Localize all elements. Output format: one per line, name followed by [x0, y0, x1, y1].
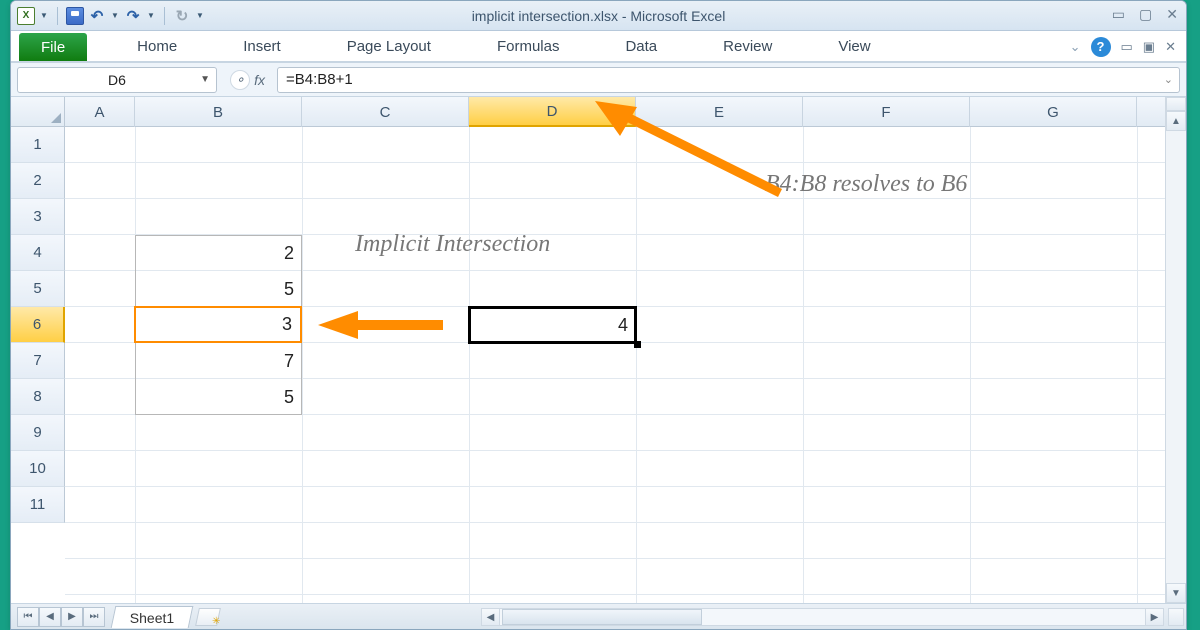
- fx-label: fx: [254, 72, 265, 88]
- scroll-thumb[interactable]: [502, 609, 702, 625]
- row-header-4[interactable]: 4: [11, 235, 65, 271]
- cell-B4[interactable]: 2: [135, 235, 302, 271]
- undo-icon[interactable]: ↶: [88, 7, 106, 25]
- scroll-right-icon[interactable]: ▶: [1145, 609, 1163, 625]
- formula-expand-icon[interactable]: ⌄: [1164, 73, 1173, 86]
- save-icon[interactable]: [66, 7, 84, 25]
- scroll-left-icon[interactable]: ◀: [482, 609, 500, 625]
- formula-bar: D6 ▼ ∘ fx =B4:B8+1 ⌄: [11, 63, 1186, 97]
- tab-page-layout[interactable]: Page Layout: [327, 32, 451, 61]
- row-header-11[interactable]: 11: [11, 487, 65, 523]
- maximize-icon[interactable]: ▢: [1139, 6, 1152, 23]
- repeat-icon[interactable]: ↻: [173, 7, 191, 25]
- excel-window: X ▼ ↶ ▼ ↷ ▼ ↻ ▼ implicit intersection.xl…: [10, 0, 1187, 630]
- sheet-nav-next-icon[interactable]: ▶: [61, 607, 83, 627]
- sheet-nav-last-icon[interactable]: ⏭: [83, 607, 105, 627]
- sheet-tab-label: Sheet1: [130, 609, 174, 625]
- tab-insert[interactable]: Insert: [223, 32, 301, 61]
- minimize-icon[interactable]: ▭: [1112, 6, 1125, 23]
- row-header-1[interactable]: 1: [11, 127, 65, 163]
- arrow-to-b6-icon: [313, 309, 453, 341]
- fx-button[interactable]: ∘ fx: [223, 67, 271, 93]
- row-header-8[interactable]: 8: [11, 379, 65, 415]
- row-header-7[interactable]: 7: [11, 343, 65, 379]
- scroll-up-icon[interactable]: ▲: [1166, 111, 1186, 131]
- horizontal-split-handle-icon[interactable]: [1168, 608, 1184, 626]
- row-header-5[interactable]: 5: [11, 271, 65, 307]
- new-sheet-button[interactable]: [195, 608, 221, 626]
- window-minimize-icon[interactable]: ▭: [1121, 39, 1133, 55]
- name-box-value: D6: [108, 72, 126, 88]
- cell-B5[interactable]: 5: [135, 271, 302, 307]
- col-header-B[interactable]: B: [135, 97, 302, 127]
- row-header-9[interactable]: 9: [11, 415, 65, 451]
- col-header-A[interactable]: A: [65, 97, 135, 127]
- horizontal-scrollbar[interactable]: ◀ ▶: [481, 608, 1164, 626]
- name-box[interactable]: D6 ▼: [17, 67, 217, 93]
- name-box-dropdown-icon[interactable]: ▼: [200, 74, 210, 85]
- window-restore-icon[interactable]: ▣: [1143, 39, 1155, 55]
- row-header-6[interactable]: 6: [11, 307, 65, 343]
- sheet-tab-sheet1[interactable]: Sheet1: [111, 606, 194, 628]
- window-controls: ▭ ▢ ✕: [1112, 6, 1178, 23]
- tab-home[interactable]: Home: [117, 32, 197, 61]
- quick-access-toolbar: X ▼ ↶ ▼ ↷ ▼ ↻ ▼: [11, 7, 205, 25]
- fill-handle[interactable]: [634, 341, 641, 348]
- qat-dropdown-icon[interactable]: ▼: [39, 7, 49, 25]
- annotation-title: Implicit Intersection: [355, 231, 550, 258]
- sheet-nav-prev-icon[interactable]: ◀: [39, 607, 61, 627]
- row-headers: 1 2 3 4 5 6 7 8 9 10 11: [11, 127, 65, 523]
- formula-input[interactable]: =B4:B8+1 ⌄: [277, 67, 1180, 93]
- column-headers: A B C D E F G: [65, 97, 1165, 127]
- tab-view[interactable]: View: [818, 32, 890, 61]
- col-header-C[interactable]: C: [302, 97, 469, 127]
- excel-icon[interactable]: X: [17, 7, 35, 25]
- ribbon-minimize-icon[interactable]: ⌄: [1070, 39, 1081, 55]
- vertical-scrollbar[interactable]: ▲ ▼: [1165, 97, 1186, 603]
- file-tab[interactable]: File: [19, 33, 87, 61]
- annotation-note: B4:B8 resolves to B6: [765, 171, 967, 198]
- row-header-2[interactable]: 2: [11, 163, 65, 199]
- cell-B7[interactable]: 7: [135, 343, 302, 379]
- split-handle-icon[interactable]: [1166, 97, 1186, 111]
- redo-dropdown-icon[interactable]: ▼: [146, 7, 156, 25]
- sheet-tab-bar: ⏮ ◀ ▶ ⏭ Sheet1 ◀ ▶: [11, 603, 1186, 629]
- cell-D6[interactable]: 4: [469, 307, 636, 343]
- scroll-down-icon[interactable]: ▼: [1166, 583, 1186, 603]
- formula-text: =B4:B8+1: [286, 71, 353, 88]
- col-header-F[interactable]: F: [803, 97, 970, 127]
- row-header-3[interactable]: 3: [11, 199, 65, 235]
- tab-formulas[interactable]: Formulas: [477, 32, 580, 61]
- separator: [164, 7, 165, 25]
- tab-data[interactable]: Data: [605, 32, 677, 61]
- help-icon[interactable]: ?: [1091, 37, 1111, 57]
- col-header-G[interactable]: G: [970, 97, 1137, 127]
- title-bar: X ▼ ↶ ▼ ↷ ▼ ↻ ▼ implicit intersection.xl…: [11, 1, 1186, 31]
- redo-icon[interactable]: ↷: [124, 7, 142, 25]
- row-header-10[interactable]: 10: [11, 451, 65, 487]
- cell-B6[interactable]: 3: [134, 306, 302, 343]
- tab-review[interactable]: Review: [703, 32, 792, 61]
- window-close-icon[interactable]: ✕: [1165, 39, 1176, 55]
- fx-icon: ∘: [230, 70, 250, 90]
- cell-area[interactable]: 2 5 3 7 5 4 Implicit Intersection B4:B8 …: [65, 127, 1165, 603]
- cell-B8[interactable]: 5: [135, 379, 302, 415]
- qat-customize-icon[interactable]: ▼: [195, 7, 205, 25]
- undo-dropdown-icon[interactable]: ▼: [110, 7, 120, 25]
- col-header-E[interactable]: E: [636, 97, 803, 127]
- ribbon-tabs: File Home Insert Page Layout Formulas Da…: [11, 31, 1186, 63]
- spreadsheet-grid: 1 2 3 4 5 6 7 8 9 10 11 A B C D E F: [11, 97, 1186, 603]
- select-all-corner[interactable]: [11, 97, 65, 127]
- sheet-nav-first-icon[interactable]: ⏮: [17, 607, 39, 627]
- col-header-D[interactable]: D: [469, 97, 636, 127]
- separator: [57, 7, 58, 25]
- close-icon[interactable]: ✕: [1166, 6, 1178, 23]
